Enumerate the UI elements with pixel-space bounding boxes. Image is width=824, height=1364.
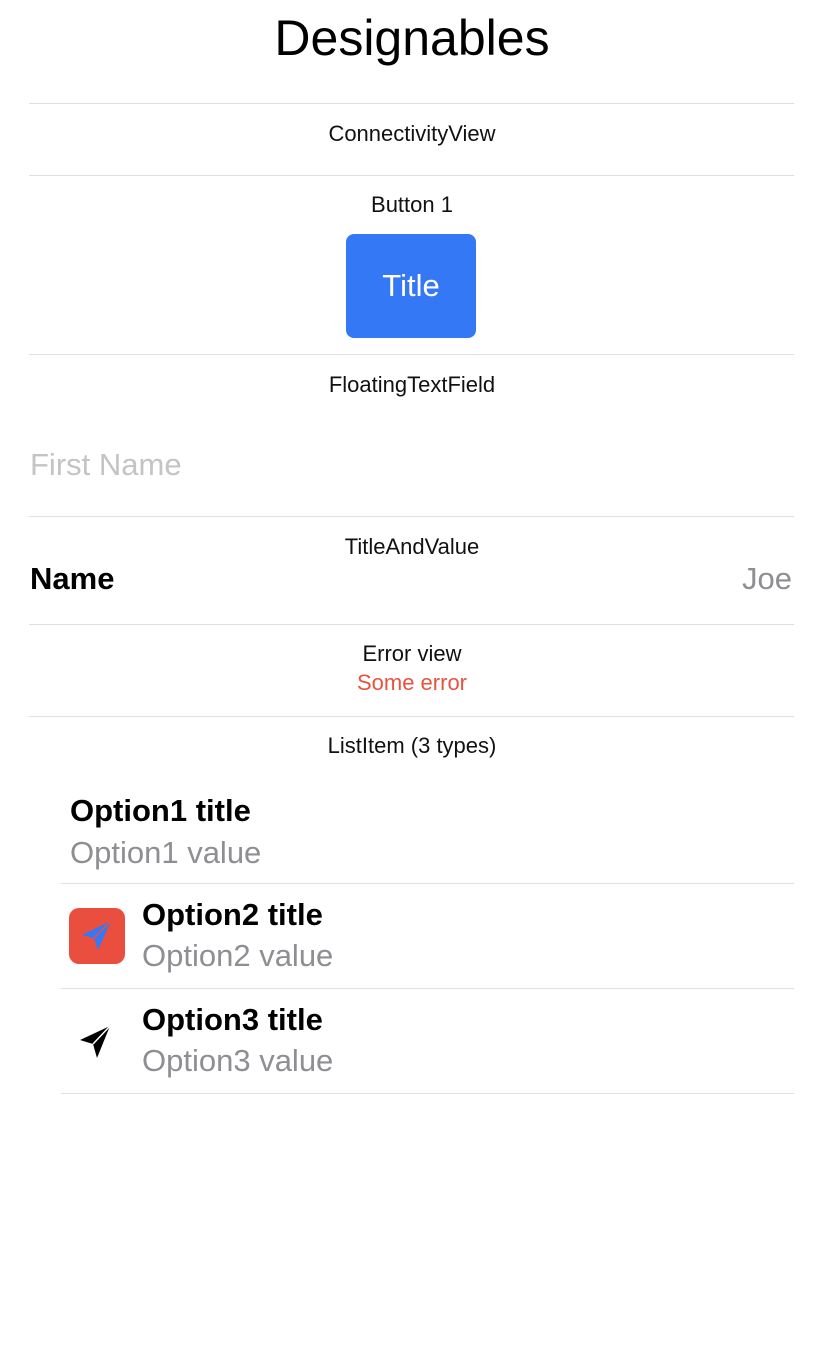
divider — [29, 716, 794, 717]
page-title: Designables — [274, 10, 550, 66]
title-and-value-label: TitleAndValue — [344, 534, 480, 559]
option3-icon-wrap — [75, 1020, 115, 1064]
name-value: Joe — [742, 561, 792, 596]
divider — [61, 1093, 794, 1094]
name-title: Name — [30, 561, 115, 596]
error-view-label: Error view — [362, 641, 462, 666]
button-section-label: Button 1 — [371, 192, 453, 217]
connectivity-view-label: ConnectivityView — [328, 121, 496, 146]
option2-title: Option2 title — [142, 897, 323, 932]
divider — [29, 516, 794, 517]
option2-icon-background — [69, 908, 125, 964]
floating-text-field-label: FloatingTextField — [328, 372, 496, 397]
title-button-label: Title — [382, 268, 440, 303]
first-name-placeholder: First Name — [30, 447, 182, 482]
option2-value: Option2 value — [142, 938, 334, 973]
list-item-option3[interactable]: Option3 title Option3 value — [61, 989, 794, 1093]
divider — [29, 175, 794, 176]
divider — [29, 103, 794, 104]
paper-plane-icon — [80, 1025, 111, 1058]
first-name-field[interactable]: First Name — [30, 447, 794, 483]
error-message: Some error — [356, 670, 468, 695]
list-item-section-label: ListItem (3 types) — [327, 733, 497, 758]
option3-value: Option3 value — [142, 1043, 334, 1078]
list-item-option2[interactable]: Option2 title Option2 value — [61, 884, 794, 988]
option1-value: Option1 value — [70, 835, 262, 870]
title-button[interactable]: Title — [346, 234, 476, 338]
divider — [29, 354, 794, 355]
paper-plane-icon — [82, 920, 112, 950]
option1-title: Option1 title — [70, 793, 251, 828]
option3-title: Option3 title — [142, 1002, 323, 1037]
divider — [29, 624, 794, 625]
list-item-option1[interactable]: Option1 title Option1 value — [61, 780, 794, 883]
